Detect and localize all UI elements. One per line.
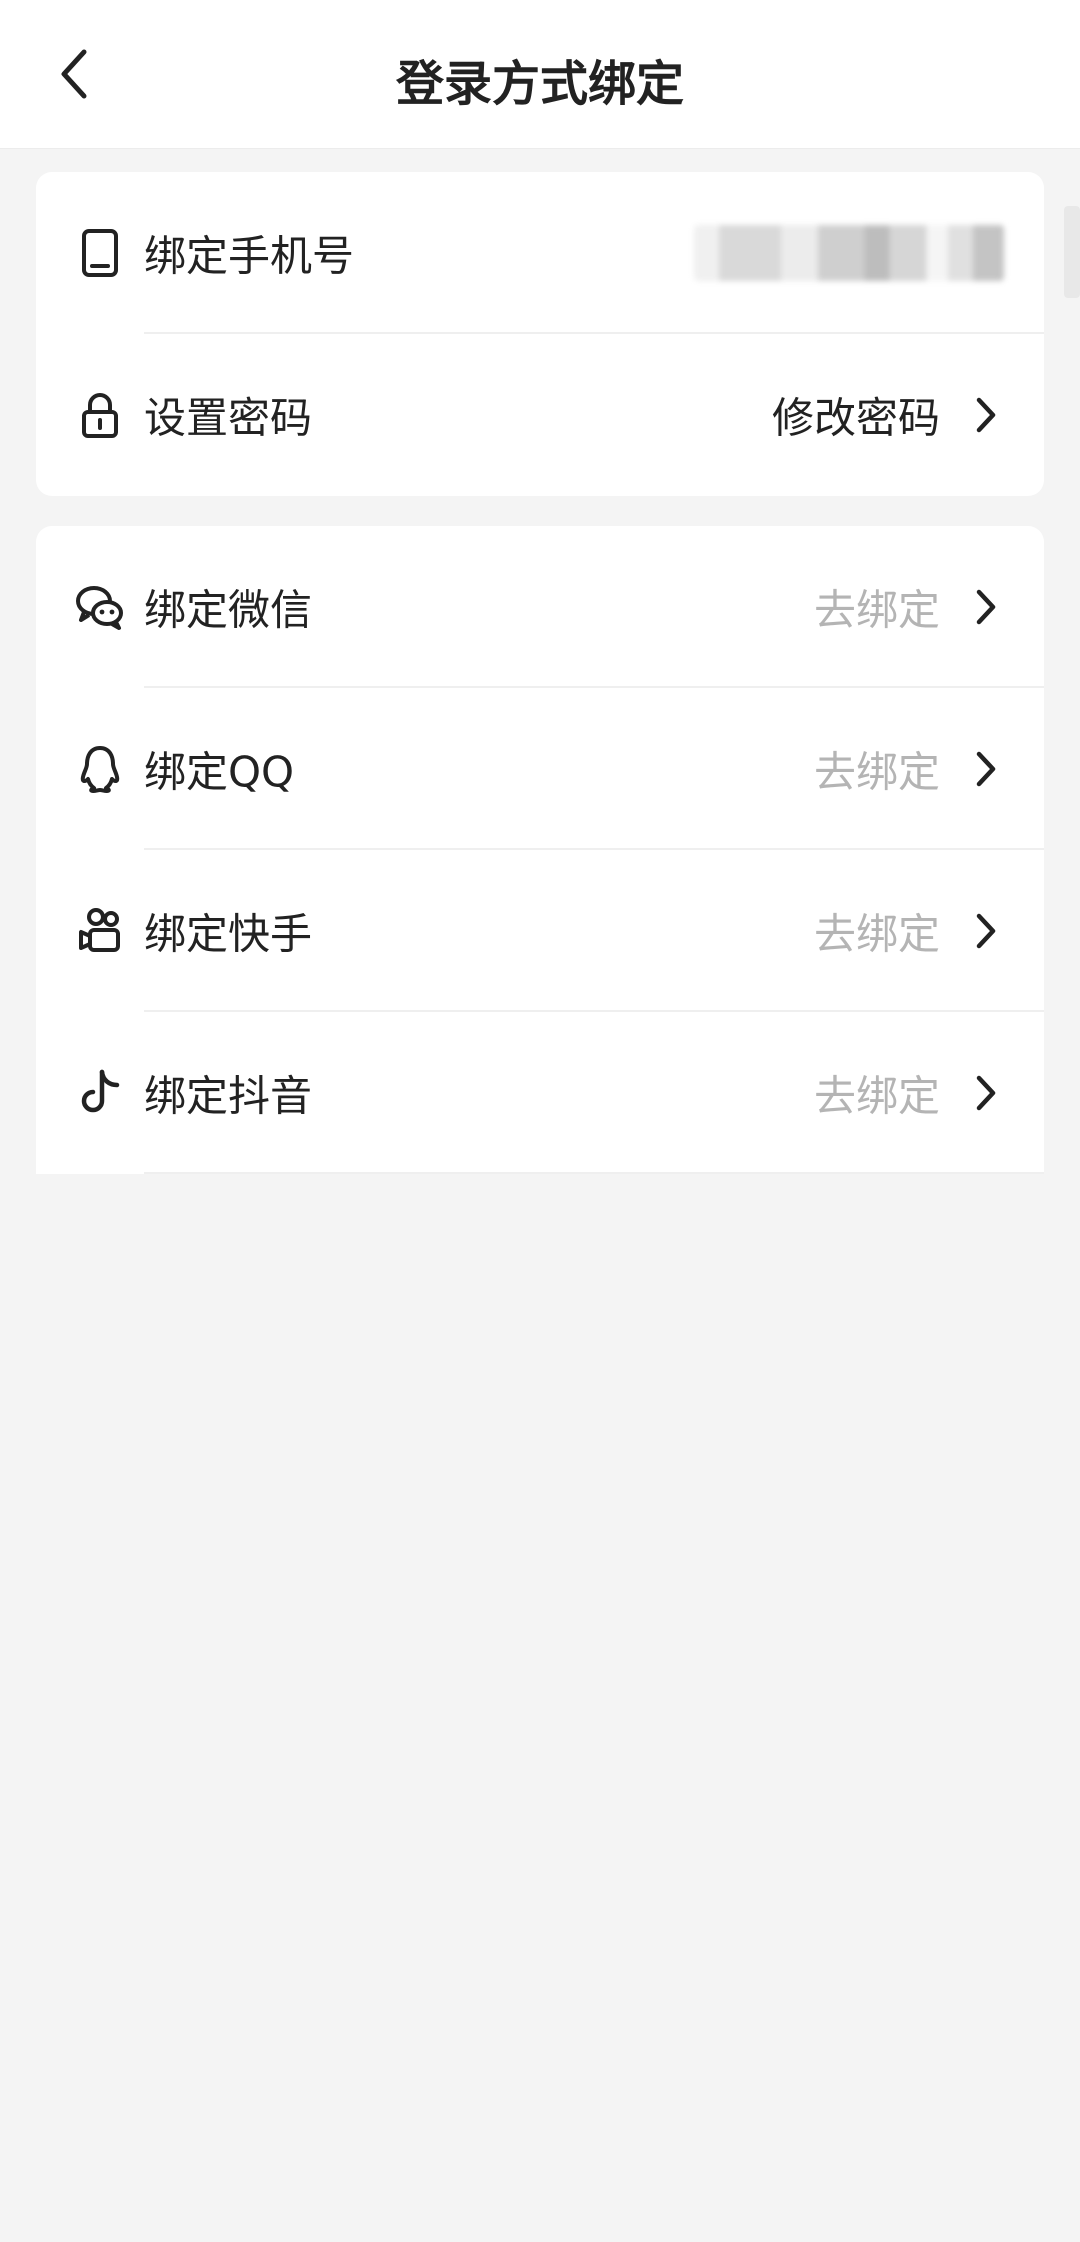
bind-kuaishou-action[interactable]: 去绑定 <box>814 901 940 962</box>
bind-douyin-action[interactable]: 去绑定 <box>814 1063 940 1124</box>
chevron-right-icon <box>972 1073 1000 1113</box>
kuaishou-icon <box>72 903 128 959</box>
back-button[interactable] <box>44 44 104 104</box>
bind-wechat-label: 绑定微信 <box>144 585 313 635</box>
phone-number-blurred <box>694 225 1004 281</box>
scrollbar[interactable] <box>1064 206 1080 298</box>
bind-phone-label: 绑定手机号 <box>144 231 355 281</box>
chevron-right-icon <box>972 749 1000 789</box>
bind-kuaishou-label: 绑定快手 <box>144 909 313 959</box>
divider <box>144 1172 1044 1174</box>
account-card: 绑定手机号 设置密码 修改密码 <box>36 172 1044 496</box>
top-bar: 登录方式绑定 <box>0 0 1080 149</box>
douyin-icon <box>72 1065 128 1121</box>
bind-qq-label: 绑定QQ <box>144 747 295 797</box>
bind-phone-row[interactable]: 绑定手机号 <box>36 172 1044 334</box>
qq-icon <box>72 741 128 797</box>
set-password-label: 设置密码 <box>144 393 313 443</box>
page-title: 登录方式绑定 <box>395 56 684 112</box>
chevron-right-icon <box>972 395 1000 435</box>
lock-icon <box>72 387 128 443</box>
bind-douyin-row[interactable]: 绑定抖音 去绑定 <box>36 1012 1044 1174</box>
wechat-icon <box>72 579 128 635</box>
bind-douyin-label: 绑定抖音 <box>144 1071 313 1121</box>
bind-kuaishou-row[interactable]: 绑定快手 去绑定 <box>36 850 1044 1012</box>
bind-wechat-action[interactable]: 去绑定 <box>814 577 940 638</box>
bind-qq-row[interactable]: 绑定QQ 去绑定 <box>36 688 1044 850</box>
chevron-left-icon <box>61 49 87 99</box>
phone-icon <box>72 225 128 281</box>
set-password-row[interactable]: 设置密码 修改密码 <box>36 334 1044 496</box>
chevron-right-icon <box>972 911 1000 951</box>
change-password-link[interactable]: 修改密码 <box>772 385 940 446</box>
bind-qq-action[interactable]: 去绑定 <box>814 739 940 800</box>
bind-wechat-row[interactable]: 绑定微信 去绑定 <box>36 526 1044 688</box>
social-bind-card: 绑定微信 去绑定 绑定QQ 去绑定 绑定快手 去绑定 绑定抖音 去绑定 <box>36 526 1044 1174</box>
chevron-right-icon <box>972 587 1000 627</box>
